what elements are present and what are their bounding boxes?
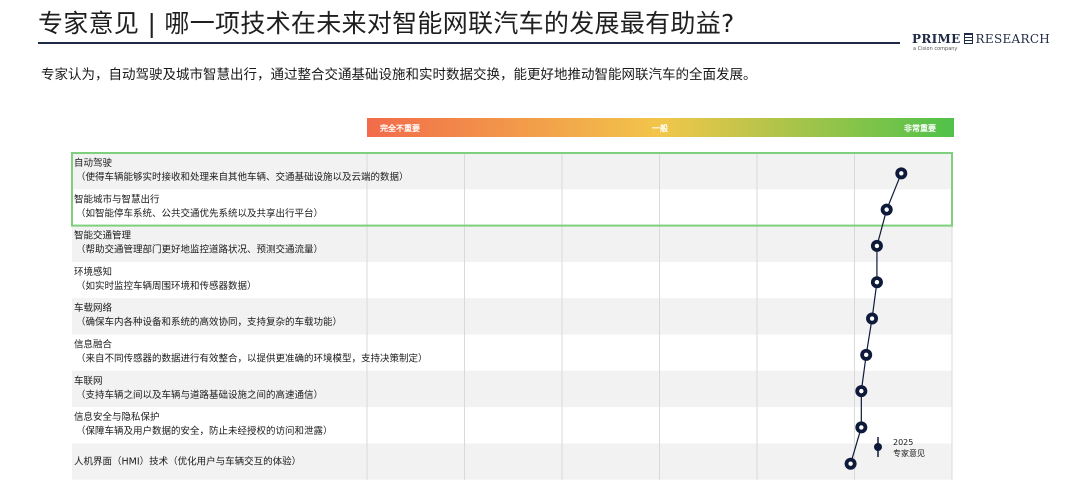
data-point-center	[874, 243, 880, 249]
row-label-desc: （如智能停车系统、公共交通优先系统以及共享出行平台）	[76, 207, 323, 219]
row-label-desc: （使得车辆能够实时接收和处理来自其他车辆、交通基础设施以及云端的数据）	[76, 171, 409, 183]
row-label-name: 环境感知	[74, 266, 112, 278]
data-point-center	[869, 316, 875, 321]
data-point-center	[864, 352, 869, 358]
importance-dot-chart: 自动驾驶 （使得车辆能够实时接收和处理来自其他车辆、交通基础设施以及云端的数据） 智…	[71, 118, 954, 480]
row-label-name: 智能城市与智慧出行	[74, 193, 160, 205]
legend-label-series: 专家意见	[893, 448, 925, 458]
data-point-center	[899, 171, 904, 176]
row-label-name: 信息融合	[74, 339, 113, 351]
row-label-name: 信息安全与隐私保护	[74, 411, 160, 423]
data-point-center	[848, 461, 853, 466]
data-point-center	[859, 425, 864, 430]
row-label-name: 车联网	[74, 375, 103, 387]
row-label-desc: （保障车辆及用户数据的安全，防止未经授权的访问和泄露）	[76, 425, 333, 437]
row-label-name: 人机界面（HMI）技术（优化用户与车辆交互的体验）	[74, 455, 301, 467]
data-point-center	[884, 207, 889, 212]
scale-label-mid: 一般	[652, 123, 668, 133]
row-label-desc: （如实时监控车辆周围环境和传感器数据）	[76, 280, 257, 292]
row-label-desc: （确保车内各种设备和系统的高效协同，支持复杂的车载功能）	[76, 316, 342, 328]
row-label-name: 车载网络	[74, 302, 113, 314]
data-point-center	[859, 388, 864, 394]
row-label-desc: （来自不同传感器的数据进行有效整合，以提供更准确的环境模型，支持决策制定）	[76, 353, 428, 365]
data-point-center	[874, 280, 880, 285]
scale-label-high: 非常重要	[904, 123, 936, 133]
row-label-name: 智能交通管理	[74, 230, 132, 242]
row-label-desc: （支持车辆之间以及车辆与道路基础设施之间的高速通信）	[76, 389, 323, 401]
legend-label-year: 2025	[893, 438, 913, 447]
legend-marker-dot	[874, 443, 882, 451]
row-label-desc: （帮助交通管理部门更好地监控道路状况、预测交通流量）	[76, 244, 323, 256]
row-label-name: 自动驾驶	[74, 157, 113, 169]
scale-label-low: 完全不重要	[380, 123, 420, 133]
